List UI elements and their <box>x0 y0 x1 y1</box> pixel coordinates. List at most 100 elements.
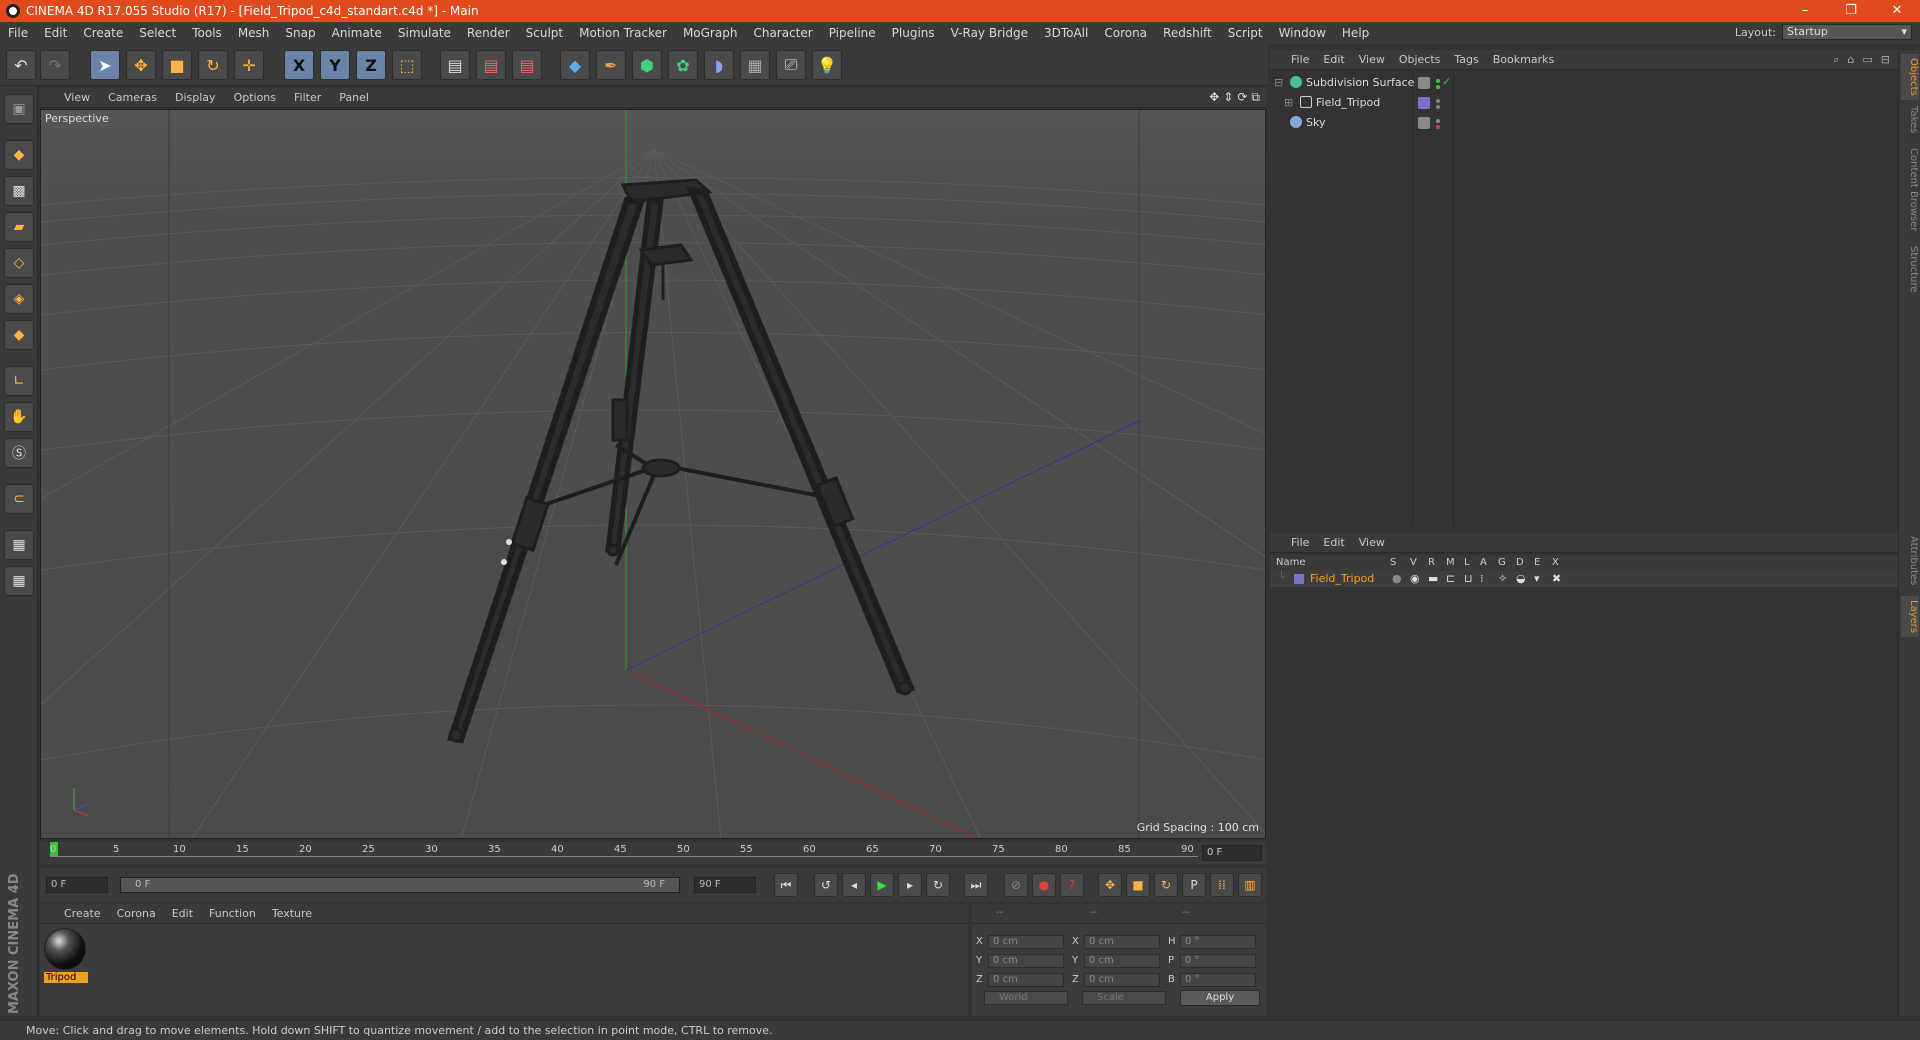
object-row[interactable]: Sky <box>1270 113 1898 133</box>
floor-object-icon[interactable]: ▦ <box>740 50 770 80</box>
object-menu-file[interactable]: File <box>1284 53 1316 66</box>
layer-color-swatch[interactable] <box>1418 97 1430 109</box>
axis-mode-icon[interactable]: ∟ <box>4 366 34 396</box>
tab-takes[interactable]: Takes <box>1901 102 1919 137</box>
scale-tool-icon[interactable]: ■ <box>162 50 192 80</box>
viewport-menu-display[interactable]: Display <box>166 91 225 104</box>
coord-pos-x-field[interactable]: 0 cm <box>988 935 1064 949</box>
enabled-check-icon[interactable]: ✓ <box>1442 75 1451 88</box>
coord-size-y-field[interactable]: 0 cm <box>1084 954 1160 968</box>
menu-mesh[interactable]: Mesh <box>230 26 278 40</box>
collapse-icon[interactable]: ⊟ <box>1274 76 1283 89</box>
x-axis-lock-icon[interactable]: X <box>284 50 314 80</box>
editor-visibility-dot[interactable] <box>1436 99 1440 103</box>
record-active-objects-icon[interactable]: ● <box>1032 873 1056 897</box>
menu-vray-bridge[interactable]: V-Ray Bridge <box>943 26 1036 40</box>
layer-color-swatch[interactable] <box>1294 574 1304 584</box>
snapping-icon[interactable]: Ⓢ <box>4 438 34 468</box>
layer-generators-icon[interactable]: ✧ <box>1498 572 1507 585</box>
menu-redshift[interactable]: Redshift <box>1155 26 1220 40</box>
record-keys-disabled-icon[interactable]: ⊘ <box>1004 873 1028 897</box>
menu-3dtoall[interactable]: 3DToAll <box>1036 26 1096 40</box>
layout-dropdown[interactable]: Startup <box>1782 24 1912 40</box>
object-row[interactable]: ⊞ Field_Tripod <box>1270 93 1898 113</box>
planar-workplane-icon[interactable]: ▦ <box>4 566 34 596</box>
layer-visible-icon[interactable]: ◉ <box>1410 572 1420 585</box>
polygons-mode-icon[interactable]: ◆ <box>4 320 34 350</box>
menu-simulate[interactable]: Simulate <box>390 26 459 40</box>
go-to-start-icon[interactable]: ⏮ <box>774 873 798 897</box>
layer-animation-icon[interactable]: ⁝ <box>1480 572 1484 585</box>
tab-objects[interactable]: Objects <box>1901 54 1919 100</box>
viewport-menu-panel[interactable]: Panel <box>330 91 378 104</box>
render-visibility-dot[interactable] <box>1436 105 1440 109</box>
layer-tag-icon[interactable] <box>1418 77 1430 89</box>
new-view-icon[interactable]: ▭ <box>1862 53 1872 67</box>
coord-size-x-field[interactable]: 0 cm <box>1084 935 1160 949</box>
home-icon[interactable]: ⌂ <box>1847 53 1854 67</box>
layer-tag-icon[interactable] <box>1418 117 1430 129</box>
viewport-menu-view[interactable]: View <box>40 91 99 104</box>
menu-snap[interactable]: Snap <box>277 26 323 40</box>
key-position-icon[interactable]: ✥ <box>1098 873 1122 897</box>
menu-edit[interactable]: Edit <box>36 26 75 40</box>
menu-select[interactable]: Select <box>131 26 184 40</box>
menu-create[interactable]: Create <box>75 26 131 40</box>
menu-tools[interactable]: Tools <box>184 26 230 40</box>
close-button[interactable]: ✕ <box>1874 0 1920 22</box>
menu-corona[interactable]: Corona <box>1096 26 1155 40</box>
menu-script[interactable]: Script <box>1220 26 1271 40</box>
coord-rot-p-field[interactable]: 0 ° <box>1180 954 1256 968</box>
minimize-button[interactable]: – <box>1782 0 1828 22</box>
object-menu-bookmarks[interactable]: Bookmarks <box>1486 53 1561 66</box>
workplane-mode-icon[interactable]: ▰ <box>4 212 34 242</box>
object-menu-tags[interactable]: Tags <box>1447 53 1485 66</box>
render-visibility-dot[interactable] <box>1436 125 1440 129</box>
redo-icon[interactable]: ↷ <box>40 50 70 80</box>
material-menu-texture[interactable]: Texture <box>264 907 320 920</box>
layer-lock-icon[interactable]: ⊔ <box>1464 572 1473 585</box>
menu-motion-tracker[interactable]: Motion Tracker <box>571 26 675 40</box>
lock-view-icon[interactable]: ⊟ <box>1881 53 1890 67</box>
expand-icon[interactable]: ⊞ <box>1284 96 1293 109</box>
key-pla-icon[interactable]: ⁞⁞ <box>1210 873 1234 897</box>
menu-window[interactable]: Window <box>1271 26 1334 40</box>
rotate-tool-icon[interactable]: ↻ <box>198 50 228 80</box>
previous-frame-icon[interactable]: ◂ <box>842 873 866 897</box>
undo-icon[interactable]: ↶ <box>6 50 36 80</box>
next-frame-icon[interactable]: ▸ <box>898 873 922 897</box>
layer-deformers-icon[interactable]: ◒ <box>1516 572 1526 585</box>
tab-content-browser[interactable]: Content Browser <box>1901 144 1919 235</box>
coordinate-mode-dropdown[interactable]: Scale <box>1082 991 1166 1005</box>
menu-plugins[interactable]: Plugins <box>884 26 943 40</box>
search-icon[interactable]: ⌕ <box>1833 53 1839 67</box>
viewport-maximize-icon[interactable]: ⧉ <box>1251 90 1260 105</box>
material-menu-function[interactable]: Function <box>201 907 264 920</box>
layer-render-icon[interactable]: ▬ <box>1428 572 1438 585</box>
points-mode-icon[interactable]: ◇ <box>4 248 34 278</box>
y-axis-lock-icon[interactable]: Y <box>320 50 350 80</box>
menu-render[interactable]: Render <box>459 26 518 40</box>
edges-mode-icon[interactable]: ◈ <box>4 284 34 314</box>
menu-mograph[interactable]: MoGraph <box>675 26 746 40</box>
magnet-icon[interactable]: ⊂ <box>4 484 34 514</box>
material-swatch[interactable]: Tripod <box>44 928 88 983</box>
viewport-orbit-icon[interactable]: ⟳ <box>1237 90 1247 105</box>
coord-rot-h-field[interactable]: 0 ° <box>1180 935 1256 949</box>
play-forward-icon[interactable]: ▶ <box>870 873 894 897</box>
previous-keyframe-icon[interactable]: ↺ <box>814 873 838 897</box>
layer-manager-icon[interactable]: ⊏ <box>1446 572 1455 585</box>
object-menu-objects[interactable]: Objects <box>1392 53 1448 66</box>
material-menu-create[interactable]: Create <box>40 907 109 920</box>
apply-button[interactable]: Apply <box>1180 990 1260 1006</box>
material-menu-edit[interactable]: Edit <box>164 907 201 920</box>
cube-object-icon[interactable]: ◆ <box>560 50 590 80</box>
object-menu-view[interactable]: View <box>1352 53 1392 66</box>
tweak-mode-icon[interactable]: ✋ <box>4 402 34 432</box>
coord-rot-b-field[interactable]: 0 ° <box>1180 973 1256 987</box>
menu-character[interactable]: Character <box>745 26 820 40</box>
menu-animate[interactable]: Animate <box>324 26 390 40</box>
end-frame-field[interactable]: 90 F <box>694 877 756 893</box>
timeline-ruler[interactable]: 0 5 10 15 20 25 30 35 40 45 50 55 60 65 … <box>40 842 1266 864</box>
render-picture-viewer-icon[interactable]: ▤ <box>476 50 506 80</box>
